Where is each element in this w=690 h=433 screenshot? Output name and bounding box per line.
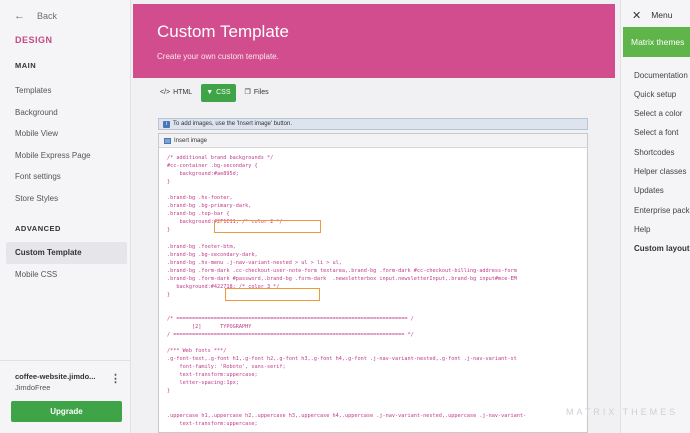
- code-line: background:#422718; /* color 3 */: [167, 283, 280, 290]
- watermark: MATRIX THEMES: [566, 407, 679, 417]
- code-line: font-family: 'Roboto', sans-serif;: [167, 364, 286, 371]
- arrow-left-icon: ←: [14, 10, 25, 22]
- menu-item-select-color[interactable]: Select a color: [634, 109, 682, 118]
- code-content[interactable]: /* additional brand backgrounds */ #cc-co…: [167, 154, 526, 428]
- more-options-icon[interactable]: ⋮: [110, 372, 121, 385]
- menu-item-enterprise-package[interactable]: Enterprise package: [634, 206, 690, 215]
- info-icon: i: [163, 120, 170, 128]
- back-button[interactable]: ← Back: [14, 10, 57, 22]
- sidebar-item-mobile-view[interactable]: Mobile View: [15, 129, 58, 138]
- code-icon: </>: [160, 89, 171, 96]
- sidebar-item-templates[interactable]: Templates: [15, 86, 51, 95]
- page-title: Custom Template: [157, 22, 289, 41]
- menu-sidebar: ✕ Menu Matrix themes Documentation Quick…: [620, 0, 690, 433]
- account-name: coffee-website.jimdo...: [15, 372, 96, 381]
- code-line: .brand-bg .top-bar {: [167, 211, 230, 218]
- code-line: .brand-bg .bg-primary-dark,: [167, 203, 252, 210]
- menu-item-updates[interactable]: Updates: [634, 186, 664, 195]
- code-line: /* additional brand backgrounds */: [167, 155, 274, 161]
- files-icon: ❐: [244, 89, 251, 96]
- code-line: .uppercase h1,.uppercase h2,.uppercase h…: [167, 412, 527, 419]
- tab-label: HTML: [173, 89, 193, 96]
- sidebar-item-font-settings[interactable]: Font settings: [15, 172, 61, 181]
- menu-item-custom-layout[interactable]: Custom layout: [634, 244, 690, 253]
- code-line: background:#ae895d;: [167, 171, 239, 178]
- sidebar-item-mobile-express-page[interactable]: Mobile Express Page: [15, 151, 91, 160]
- back-label: Back: [37, 11, 58, 21]
- menu-item-documentation[interactable]: Documentation: [634, 71, 688, 80]
- brand-link[interactable]: Matrix themes: [623, 27, 690, 57]
- code-line: #cc-container .bg-secondary {: [167, 163, 258, 170]
- code-line: .brand-bg .hs-footer,: [167, 195, 233, 202]
- menu-item-select-font[interactable]: Select a font: [634, 128, 678, 137]
- menu-item-helper-classes[interactable]: Helper classes: [634, 167, 686, 176]
- page-subtitle: Create your own custom template.: [157, 52, 279, 61]
- code-line: /*** Web fonts ***/: [167, 348, 227, 355]
- main-panel: Custom Template Create your own custom t…: [131, 0, 620, 433]
- tab-label: CSS: [216, 89, 231, 96]
- insert-image-notice: i To add images, use the 'Insert image' …: [158, 118, 588, 130]
- sidebar-title: DESIGN: [15, 35, 53, 45]
- upgrade-button[interactable]: Upgrade: [11, 401, 122, 422]
- menu-item-shortcodes[interactable]: Shortcodes: [634, 148, 674, 157]
- editor-tabs: </> HTML ▼ CSS ❐ Files: [155, 84, 274, 102]
- tab-css[interactable]: ▼ CSS: [201, 84, 236, 102]
- section-advanced-title: ADVANCED: [15, 224, 61, 233]
- image-icon: [164, 137, 171, 144]
- code-line: [2] TYPOGRAPHY: [167, 323, 252, 330]
- menu-item-quick-setup[interactable]: Quick setup: [634, 90, 676, 99]
- design-sidebar: ← Back DESIGN MAIN Templates Background …: [0, 0, 131, 433]
- editor-toolbar: Insert image: [159, 134, 587, 148]
- tab-html[interactable]: </> HTML: [155, 84, 197, 102]
- sidebar-item-mobile-css[interactable]: Mobile CSS: [15, 270, 57, 279]
- sidebar-item-background[interactable]: Background: [15, 108, 58, 117]
- code-line: text-transform:uppercase;: [167, 372, 258, 379]
- code-line: .brand-bg .footer-btm,: [167, 243, 236, 250]
- close-icon[interactable]: ✕: [632, 9, 641, 22]
- code-line: text-transform:uppercase;: [167, 420, 258, 427]
- menu-label: Menu: [651, 10, 673, 20]
- highlight-color-2: [214, 220, 321, 233]
- section-main-title: MAIN: [15, 61, 37, 70]
- code-line: }: [167, 388, 171, 395]
- tab-files[interactable]: ❐ Files: [240, 84, 274, 102]
- code-line: letter-spacing:1px;: [167, 380, 239, 387]
- code-line: /* =====================================…: [167, 315, 414, 322]
- sidebar-item-store-styles[interactable]: Store Styles: [15, 194, 58, 203]
- insert-image-button[interactable]: Insert image: [174, 138, 207, 144]
- code-line: }: [167, 291, 171, 298]
- notice-text: To add images, use the 'Insert image' bu…: [173, 121, 293, 127]
- account-plan: JimdoFree: [15, 383, 51, 392]
- sidebar-item-label: Custom Template: [15, 248, 82, 257]
- code-line: .brand-bg .form-dark .cc-checkout-user-n…: [167, 267, 517, 274]
- paint-roller-icon: ▼: [206, 89, 214, 96]
- sidebar-item-custom-template[interactable]: Custom Template: [6, 242, 127, 264]
- code-line: / ======================================…: [167, 332, 414, 339]
- tab-label: Files: [253, 89, 269, 96]
- code-line: .brand-bg .bg-secondary-dark,: [167, 251, 258, 258]
- code-line: .brand-bg .form-dark #password,.brand-bg…: [167, 275, 517, 282]
- code-line: .g-font-text,.g-font h1,.g-font h2,.g-fo…: [167, 356, 517, 363]
- code-line: }: [167, 179, 171, 186]
- css-editor[interactable]: Insert image /* additional brand backgro…: [158, 133, 588, 433]
- highlight-color-3: [225, 288, 320, 301]
- page-header: Custom Template Create your own custom t…: [133, 4, 615, 78]
- account-panel: coffee-website.jimdo... JimdoFree ⋮ Upgr…: [0, 360, 131, 433]
- code-line: .brand-bg .hs-menu .j-nav-variant-nested…: [167, 259, 342, 266]
- menu-header: ✕ Menu: [621, 0, 690, 30]
- menu-item-help[interactable]: Help: [634, 225, 650, 234]
